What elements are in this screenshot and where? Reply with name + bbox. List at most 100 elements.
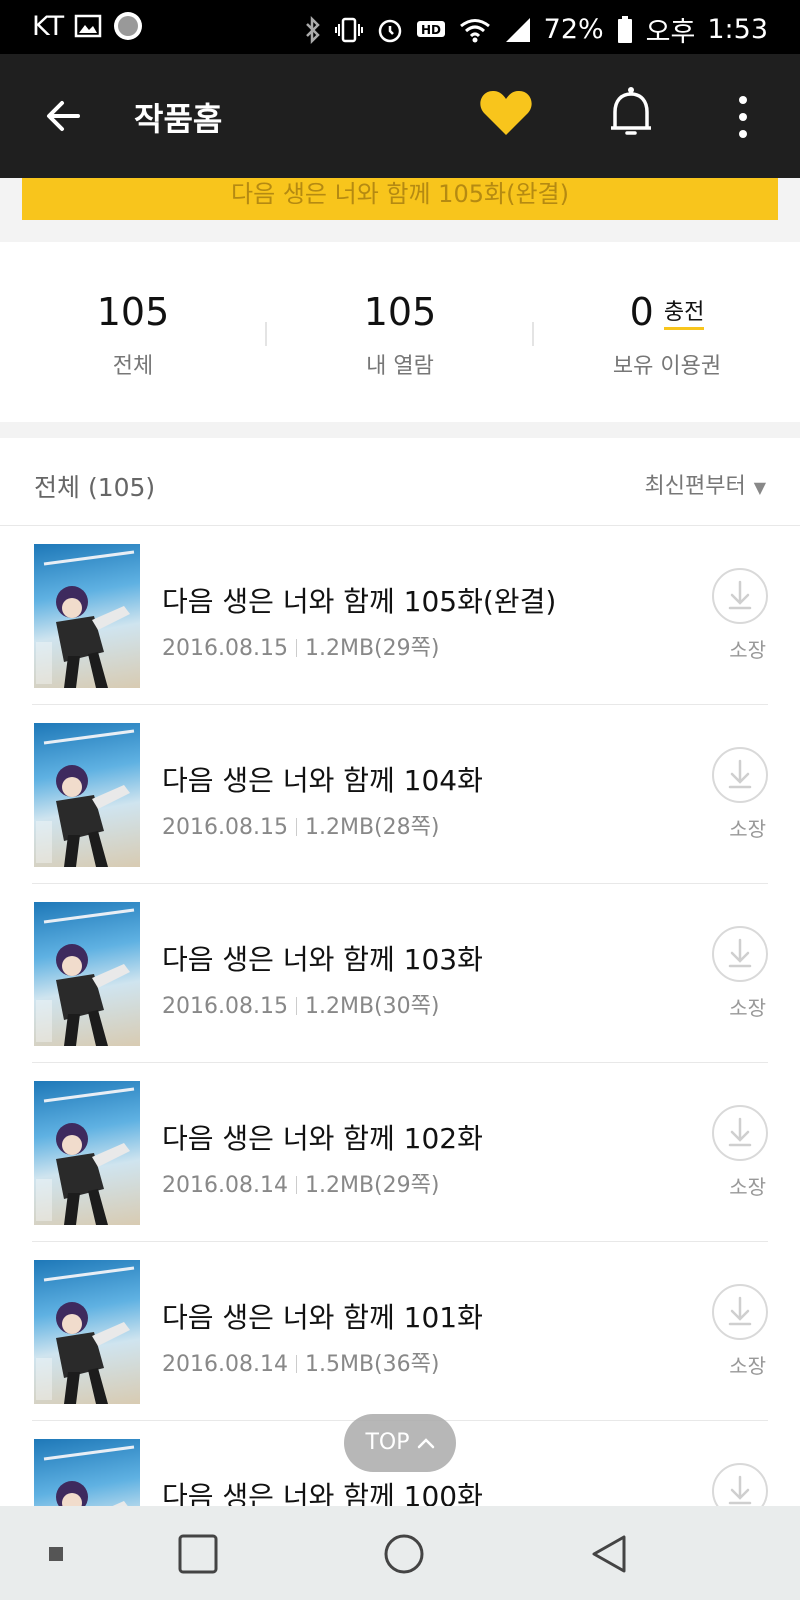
page-title: 작품홈 bbox=[134, 100, 223, 138]
episode-row[interactable]: 다음 생은 너와 함께 102화 2016.08.14 1.2MB(29쪽) 소장 bbox=[32, 1063, 768, 1242]
favorite-button[interactable] bbox=[478, 88, 538, 144]
episode-size: 1.2MB(28쪽) bbox=[304, 815, 440, 840]
stat-total-value: 105 bbox=[96, 290, 170, 334]
battery-icon bbox=[616, 15, 634, 45]
vibrate-icon bbox=[334, 16, 364, 44]
episode-meta: 2016.08.15 1.2MB(30쪽) bbox=[162, 988, 439, 1020]
back-arrow-icon bbox=[47, 101, 80, 131]
signal-icon bbox=[504, 16, 532, 44]
nav-dot-button[interactable] bbox=[48, 1546, 64, 1566]
episode-date: 2016.08.14 bbox=[162, 1173, 288, 1198]
time-period: 오후 bbox=[645, 17, 696, 48]
record-icon bbox=[112, 10, 144, 42]
episode-row[interactable]: 다음 생은 너와 함께 105화(완결) 2016.08.15 1.2MB(29쪽… bbox=[32, 526, 768, 705]
episode-date: 2016.08.15 bbox=[162, 815, 288, 840]
download-button[interactable] bbox=[712, 568, 768, 624]
sort-dropdown[interactable]: 최신편부터 ▼ bbox=[644, 468, 766, 500]
sort-label: 최신편부터 bbox=[644, 474, 746, 499]
download-icon bbox=[728, 759, 752, 789]
home-button[interactable] bbox=[382, 1532, 426, 1580]
stat-total: 105 전체 bbox=[0, 290, 266, 380]
stat-tickets-label: 보유 이용권 bbox=[612, 354, 722, 379]
gallery-icon bbox=[74, 14, 102, 38]
more-vertical-icon bbox=[739, 96, 747, 138]
stat-tickets-value: 0 bbox=[629, 290, 654, 334]
system-back-button[interactable] bbox=[588, 1532, 632, 1580]
download-label: 소장 bbox=[729, 638, 766, 662]
episode-date: 2016.08.15 bbox=[162, 994, 288, 1019]
notification-button[interactable] bbox=[606, 84, 656, 144]
home-circle-icon bbox=[384, 1534, 424, 1574]
status-bar: KT HD 72% 오후 1:53 bbox=[0, 0, 800, 54]
chevron-up-icon bbox=[417, 1430, 435, 1455]
episode-count: 전체 (105) bbox=[34, 473, 156, 502]
stat-read-label: 내 열람 bbox=[366, 354, 434, 379]
episode-row[interactable]: 다음 생은 너와 함께 103화 2016.08.15 1.2MB(30쪽) 소장 bbox=[32, 884, 768, 1063]
episode-date: 2016.08.15 bbox=[162, 636, 288, 661]
charge-button[interactable]: 충전 bbox=[663, 300, 705, 330]
wifi-icon bbox=[458, 16, 492, 44]
episode-list-header: 전체 (105) 최신편부터 ▼ bbox=[0, 438, 800, 526]
download-icon bbox=[728, 1117, 752, 1147]
back-button[interactable] bbox=[40, 91, 90, 141]
episode-row[interactable]: 다음 생은 너와 함께 101화 2016.08.14 1.5MB(36쪽) 소장 bbox=[32, 1242, 768, 1421]
stat-tickets: 0 충전 보유 이용권 bbox=[534, 290, 800, 380]
app-bar: 작품홈 bbox=[0, 54, 800, 178]
bell-icon bbox=[611, 87, 651, 135]
episode-thumbnail bbox=[34, 1081, 140, 1225]
episode-thumbnail bbox=[34, 723, 140, 867]
episode-title: 다음 생은 너와 함께 105화(완결) bbox=[162, 585, 557, 618]
download-label: 소장 bbox=[729, 817, 766, 841]
download-button[interactable] bbox=[712, 1284, 768, 1340]
meta-divider bbox=[295, 997, 297, 1015]
meta-divider bbox=[295, 818, 297, 836]
stat-read: 105 내 열람 bbox=[267, 290, 533, 380]
stats-panel: 105 전체 105 내 열람 0 충전 보유 이용권 bbox=[0, 242, 800, 422]
episode-date: 2016.08.14 bbox=[162, 1352, 288, 1377]
meta-divider bbox=[295, 1355, 297, 1373]
episode-meta: 2016.08.14 1.5MB(36쪽) bbox=[162, 1346, 439, 1378]
hd-voice-icon: HD bbox=[416, 18, 446, 42]
episode-title: 다음 생은 너와 함께 103화 bbox=[162, 943, 483, 976]
alarm-icon bbox=[376, 16, 404, 44]
square-dot-icon bbox=[49, 1547, 63, 1561]
episode-thumbnail bbox=[34, 902, 140, 1046]
episode-thumbnail bbox=[34, 544, 140, 688]
episode-title: 다음 생은 너와 함께 102화 bbox=[162, 1122, 483, 1155]
heart-icon bbox=[480, 90, 532, 135]
download-button[interactable] bbox=[712, 1105, 768, 1161]
recent-apps-icon bbox=[178, 1534, 218, 1574]
banner-text: 다음 생은 너와 함께 105화(완결) bbox=[231, 180, 569, 208]
episode-meta: 2016.08.14 1.2MB(29쪽) bbox=[162, 1167, 439, 1199]
svg-text:HD: HD bbox=[421, 23, 441, 37]
stat-total-label: 전체 bbox=[112, 354, 154, 379]
more-menu-button[interactable] bbox=[728, 90, 758, 146]
download-label: 소장 bbox=[729, 996, 766, 1020]
episode-meta: 2016.08.15 1.2MB(29쪽) bbox=[162, 630, 439, 662]
recent-apps-button[interactable] bbox=[176, 1532, 220, 1580]
meta-divider bbox=[295, 1176, 297, 1194]
download-button[interactable] bbox=[712, 926, 768, 982]
section-divider bbox=[0, 422, 800, 438]
episode-size: 1.5MB(36쪽) bbox=[304, 1352, 440, 1377]
download-icon bbox=[728, 938, 752, 968]
download-label: 소장 bbox=[729, 1175, 766, 1199]
episode-title: 다음 생은 너와 함께 104화 bbox=[162, 764, 483, 797]
back-triangle-icon bbox=[592, 1535, 626, 1573]
episode-size: 1.2MB(29쪽) bbox=[304, 636, 440, 661]
bluetooth-icon bbox=[304, 15, 322, 44]
meta-divider bbox=[295, 639, 297, 657]
episode-thumbnail bbox=[34, 1260, 140, 1404]
stat-read-value: 105 bbox=[363, 290, 437, 334]
download-icon bbox=[728, 1296, 752, 1326]
scroll-top-button[interactable]: TOP bbox=[344, 1414, 456, 1472]
system-nav-bar bbox=[0, 1506, 800, 1600]
episode-size: 1.2MB(30쪽) bbox=[304, 994, 440, 1019]
clock: 1:53 bbox=[707, 14, 768, 45]
episode-title: 다음 생은 너와 함께 101화 bbox=[162, 1301, 483, 1334]
scroll-top-label: TOP bbox=[365, 1430, 410, 1455]
episode-row[interactable]: 다음 생은 너와 함께 104화 2016.08.15 1.2MB(28쪽) 소장 bbox=[32, 705, 768, 884]
download-icon bbox=[728, 580, 752, 610]
download-button[interactable] bbox=[712, 747, 768, 803]
episode-meta: 2016.08.15 1.2MB(28쪽) bbox=[162, 809, 439, 841]
